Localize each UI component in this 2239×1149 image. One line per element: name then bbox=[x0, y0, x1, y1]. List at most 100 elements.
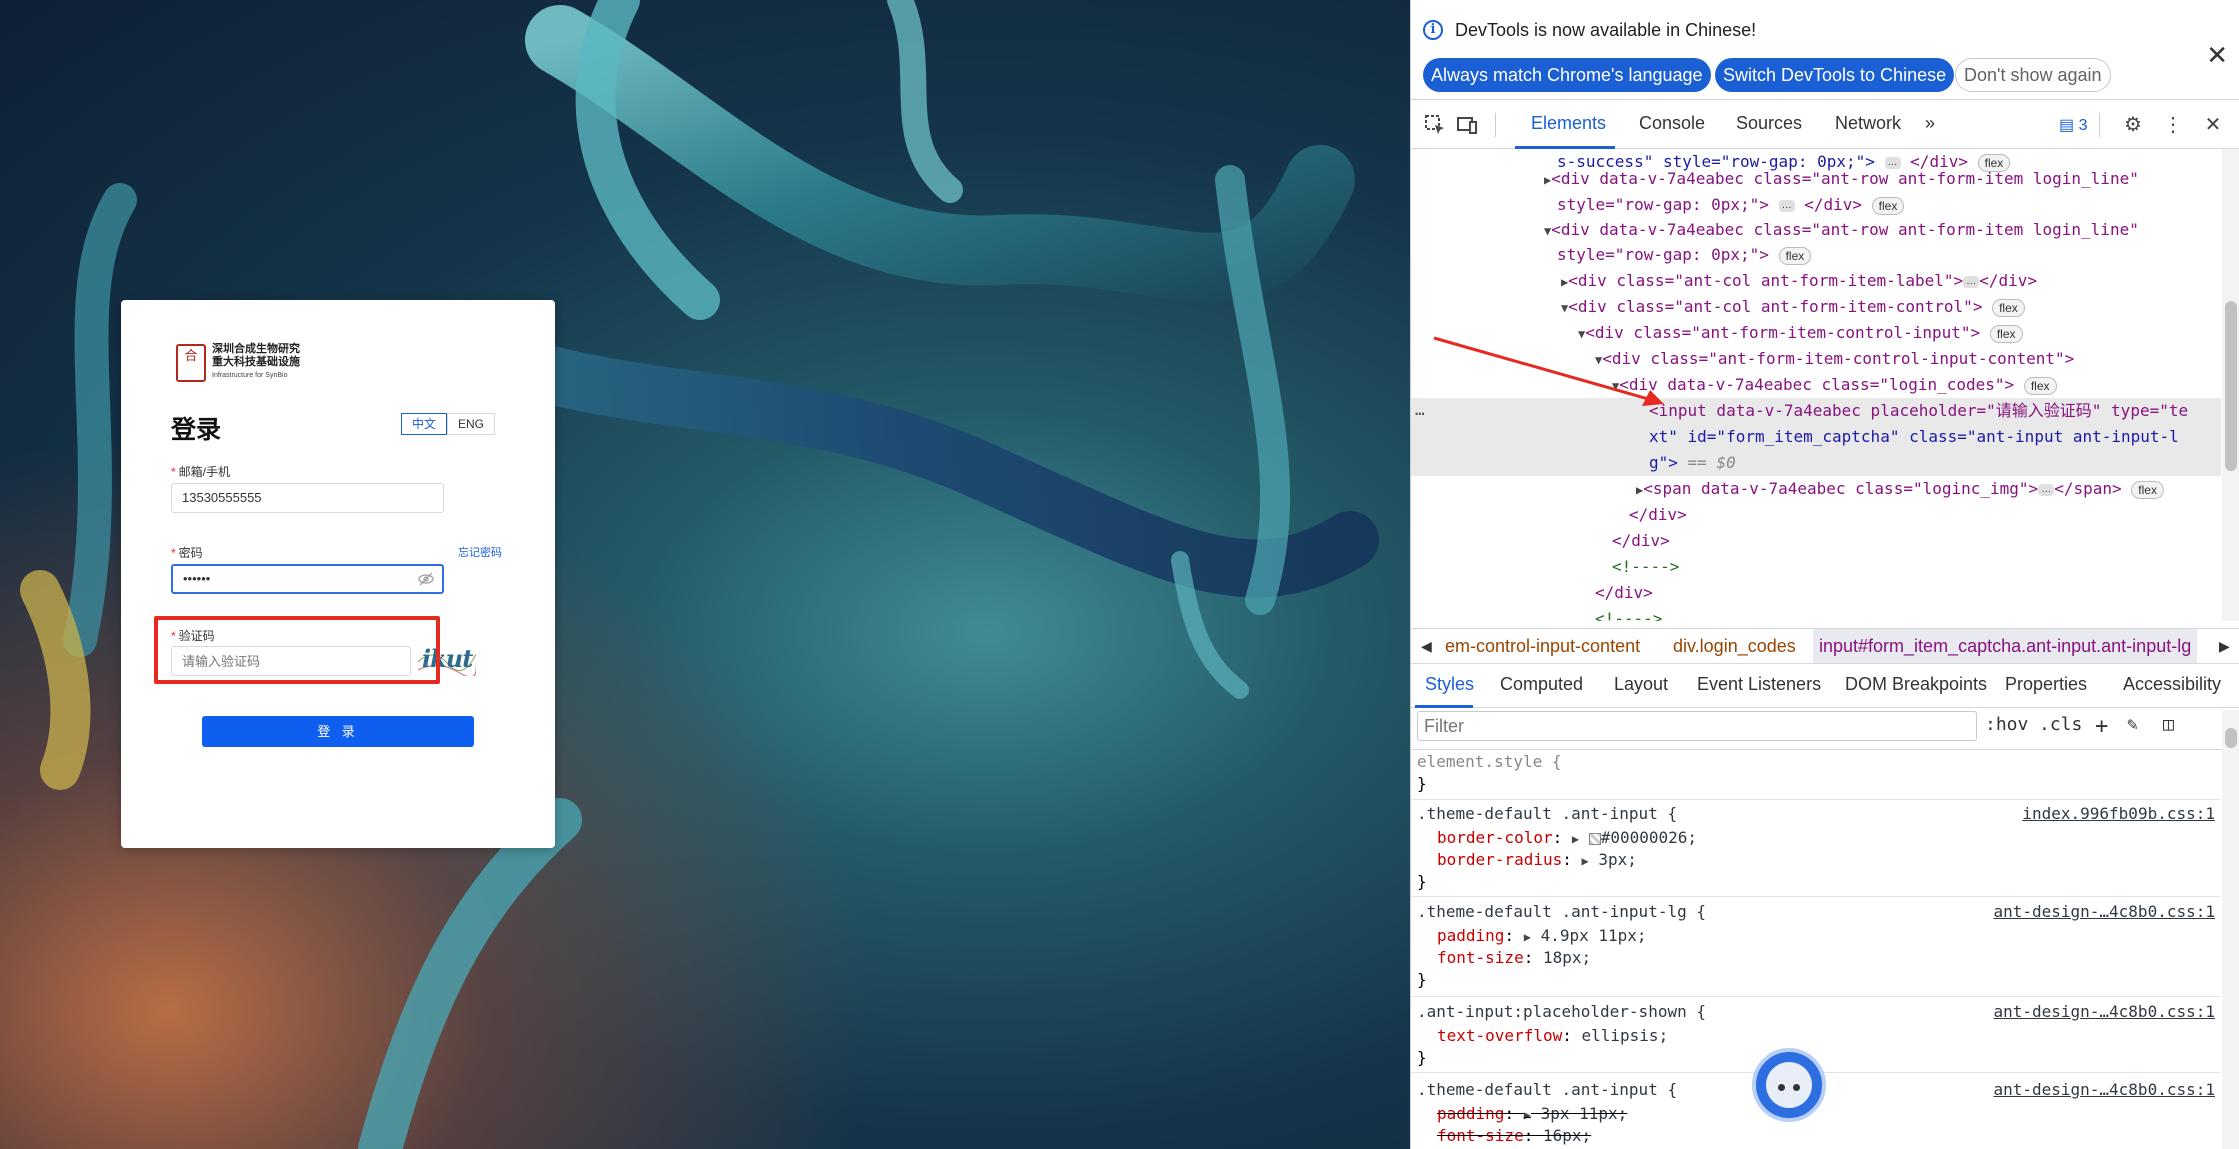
dom-line[interactable]: style="row-gap: 0px;"> flex bbox=[1411, 242, 2221, 268]
tab-elements[interactable]: Elements bbox=[1531, 113, 1606, 134]
dom-line[interactable]: ▶<div data-v-7a4eabec class="ant-row ant… bbox=[1411, 166, 2221, 192]
inspect-element-icon[interactable] bbox=[1423, 113, 1447, 137]
expand-triangle-icon[interactable]: ▶ bbox=[1524, 1108, 1531, 1122]
login-button[interactable]: 登 录 bbox=[202, 716, 474, 747]
dom-line-selected[interactable]: g"> == $0 bbox=[1411, 450, 2221, 476]
css-declaration[interactable]: padding: ▶ 4.9px 11px; bbox=[1437, 924, 1647, 948]
infobar-close-icon[interactable]: ✕ bbox=[2206, 40, 2228, 71]
subtab-dom-breakpoints[interactable]: DOM Breakpoints bbox=[1845, 674, 1987, 695]
dom-line[interactable]: <!----> bbox=[1411, 606, 2221, 621]
dom-line[interactable]: style="row-gap: 0px;"> … </div> flex bbox=[1411, 192, 2221, 218]
css-declaration[interactable]: text-overflow: ellipsis; bbox=[1437, 1024, 1668, 1048]
dom-scrollbar-thumb[interactable] bbox=[2225, 301, 2237, 471]
flex-badge[interactable]: flex bbox=[1778, 246, 1812, 265]
rule-selector[interactable]: .theme-default .ant-input { bbox=[1417, 1078, 1677, 1102]
more-tabs-icon[interactable]: » bbox=[1925, 113, 1935, 134]
switch-to-chinese-button[interactable]: Switch DevTools to Chinese bbox=[1715, 58, 1955, 92]
collapse-triangle-icon[interactable]: ▼ bbox=[1411, 301, 1568, 315]
dont-show-again-button[interactable]: Don't show again bbox=[1955, 58, 2111, 92]
collapse-triangle-icon[interactable]: ▼ bbox=[1411, 224, 1551, 238]
subtab-layout[interactable]: Layout bbox=[1614, 674, 1668, 695]
tab-sources[interactable]: Sources bbox=[1736, 113, 1802, 134]
new-rule-plus-icon[interactable]: + bbox=[2095, 714, 2108, 739]
element-style-rule[interactable]: element.style { bbox=[1417, 750, 1562, 774]
subtab-event-listeners[interactable]: Event Listeners bbox=[1697, 674, 1821, 695]
expand-triangle-icon[interactable]: ▶ bbox=[1582, 854, 1589, 868]
class-toggle[interactable]: .cls bbox=[2039, 714, 2082, 735]
flex-badge[interactable]: flex bbox=[2131, 480, 2164, 499]
flex-badge[interactable]: flex bbox=[1871, 196, 1905, 215]
color-swatch-icon[interactable] bbox=[1588, 832, 1601, 845]
expand-triangle-icon[interactable]: ▶ bbox=[1411, 275, 1568, 289]
subtab-styles[interactable]: Styles bbox=[1425, 674, 1474, 695]
dom-line[interactable]: <!----> bbox=[1411, 554, 2221, 580]
breadcrumb-left-icon[interactable]: ◀ bbox=[1421, 629, 1432, 663]
email-field[interactable]: 13530555555 bbox=[171, 483, 444, 513]
settings-gear-icon[interactable]: ⚙ bbox=[2121, 113, 2145, 137]
toggle-sidebar-icon[interactable]: ◫ bbox=[2163, 714, 2174, 735]
dom-line[interactable]: </div> bbox=[1411, 580, 2221, 606]
rule-selector[interactable]: .theme-default .ant-input { bbox=[1417, 802, 1677, 826]
rule-source-link[interactable]: ant-design-…4c8b0.css:1 bbox=[1993, 900, 2215, 924]
device-toolbar-icon[interactable] bbox=[1455, 113, 1479, 137]
rule-source-link[interactable]: ant-design-…4c8b0.css:1 bbox=[1993, 1000, 2215, 1024]
css-declaration[interactable]: border-color: ▶ #00000026; bbox=[1437, 826, 1697, 850]
annotation-arrow-icon bbox=[1433, 336, 1664, 406]
css-declaration[interactable]: border-radius: ▶ 3px; bbox=[1437, 848, 1637, 872]
breadcrumb-item[interactable]: em-control-input-content bbox=[1445, 629, 1640, 663]
hover-state-toggle[interactable]: :hov bbox=[1985, 714, 2028, 735]
css-declaration[interactable]: font-size: 18px; bbox=[1437, 946, 1591, 970]
assistant-mascot-icon[interactable] bbox=[1752, 1048, 1826, 1122]
css-property: border-radius bbox=[1437, 850, 1563, 869]
css-declaration-overridden[interactable]: font-size: 16px; bbox=[1437, 1124, 1591, 1148]
password-field[interactable]: •••••• bbox=[171, 564, 444, 594]
subtab-accessibility[interactable]: Accessibility bbox=[2123, 674, 2221, 695]
dom-line[interactable]: ▶<span data-v-7a4eabec class="loginc_img… bbox=[1411, 476, 2221, 502]
rule-selector[interactable]: .ant-input:placeholder-shown { bbox=[1417, 1000, 1706, 1024]
styles-filter-input[interactable]: Filter bbox=[1417, 711, 1977, 741]
tab-network[interactable]: Network bbox=[1835, 113, 1901, 134]
expand-triangle-icon[interactable]: ▶ bbox=[1411, 173, 1551, 187]
forgot-password-link[interactable]: 忘记密码 bbox=[458, 544, 502, 560]
close-devtools-icon[interactable]: ✕ bbox=[2201, 113, 2225, 137]
breadcrumb-right-icon[interactable]: ▶ bbox=[2219, 629, 2230, 663]
collapsed-ellipsis[interactable]: … bbox=[1963, 275, 1980, 288]
expand-triangle-icon[interactable]: ▶ bbox=[1411, 483, 1643, 497]
dom-line-selected[interactable]: xt" id="form_item_captcha" class="ant-in… bbox=[1411, 424, 2221, 450]
dom-line[interactable]: ▶<div class="ant-col ant-form-item-label… bbox=[1411, 268, 2221, 294]
breadcrumb-item-current[interactable]: input#form_item_captcha.ant-input.ant-in… bbox=[1813, 629, 2198, 663]
rule-source-link[interactable]: index.996fb09b.css:1 bbox=[2022, 802, 2215, 826]
login-page: 合 深圳合成生物研究 重大科技基础设施 Infrastructure for S… bbox=[0, 0, 1410, 1149]
flex-badge[interactable]: flex bbox=[1992, 298, 2025, 317]
rule-selector[interactable]: .theme-default .ant-input-lg { bbox=[1417, 900, 1706, 924]
node-actions-dots-icon[interactable]: … bbox=[1415, 400, 1425, 419]
subtab-properties[interactable]: Properties bbox=[2005, 674, 2087, 695]
styles-scrollbar[interactable] bbox=[2222, 710, 2239, 1149]
dom-scrollbar[interactable] bbox=[2222, 149, 2239, 621]
dom-line[interactable]: </div> bbox=[1411, 502, 2221, 528]
expand-triangle-icon[interactable]: ▶ bbox=[1524, 930, 1531, 944]
subtab-computed[interactable]: Computed bbox=[1500, 674, 1583, 695]
styles-scrollbar-thumb[interactable] bbox=[2225, 728, 2237, 748]
dom-line[interactable]: ▼<div class="ant-col ant-form-item-contr… bbox=[1411, 294, 2221, 320]
issues-badge[interactable]: ▤ 3 bbox=[2059, 115, 2087, 135]
match-language-button[interactable]: Always match Chrome's language bbox=[1423, 58, 1711, 92]
eye-hidden-icon[interactable] bbox=[418, 572, 434, 586]
tab-console[interactable]: Console bbox=[1639, 113, 1705, 134]
rule-source-link[interactable]: ant-design-…4c8b0.css:1 bbox=[1993, 1078, 2215, 1102]
expand-triangle-icon[interactable]: ▶ bbox=[1572, 832, 1579, 846]
collapsed-ellipsis[interactable]: … bbox=[1778, 199, 1795, 212]
flex-badge[interactable]: flex bbox=[1989, 324, 2023, 343]
lang-zh-button[interactable]: 中文 bbox=[401, 413, 448, 435]
dom-line-text: </div> bbox=[1629, 505, 1687, 524]
more-options-icon[interactable]: ⋮ bbox=[2161, 113, 2185, 137]
css-declaration-overridden[interactable]: padding: ▶ 3px 11px; bbox=[1437, 1102, 1627, 1126]
dom-line[interactable]: </div> bbox=[1411, 528, 2221, 554]
breadcrumb-item[interactable]: div.login_codes bbox=[1673, 629, 1796, 663]
lang-en-button[interactable]: ENG bbox=[447, 413, 496, 435]
paint-brush-icon[interactable]: ✎ bbox=[2127, 714, 2138, 735]
dom-line[interactable]: ▼<div data-v-7a4eabec class="ant-row ant… bbox=[1411, 217, 2221, 243]
flex-badge[interactable]: flex bbox=[2023, 376, 2057, 395]
infobar-message: DevTools is now available in Chinese! bbox=[1455, 20, 1757, 40]
collapsed-ellipsis[interactable]: … bbox=[2038, 483, 2055, 496]
